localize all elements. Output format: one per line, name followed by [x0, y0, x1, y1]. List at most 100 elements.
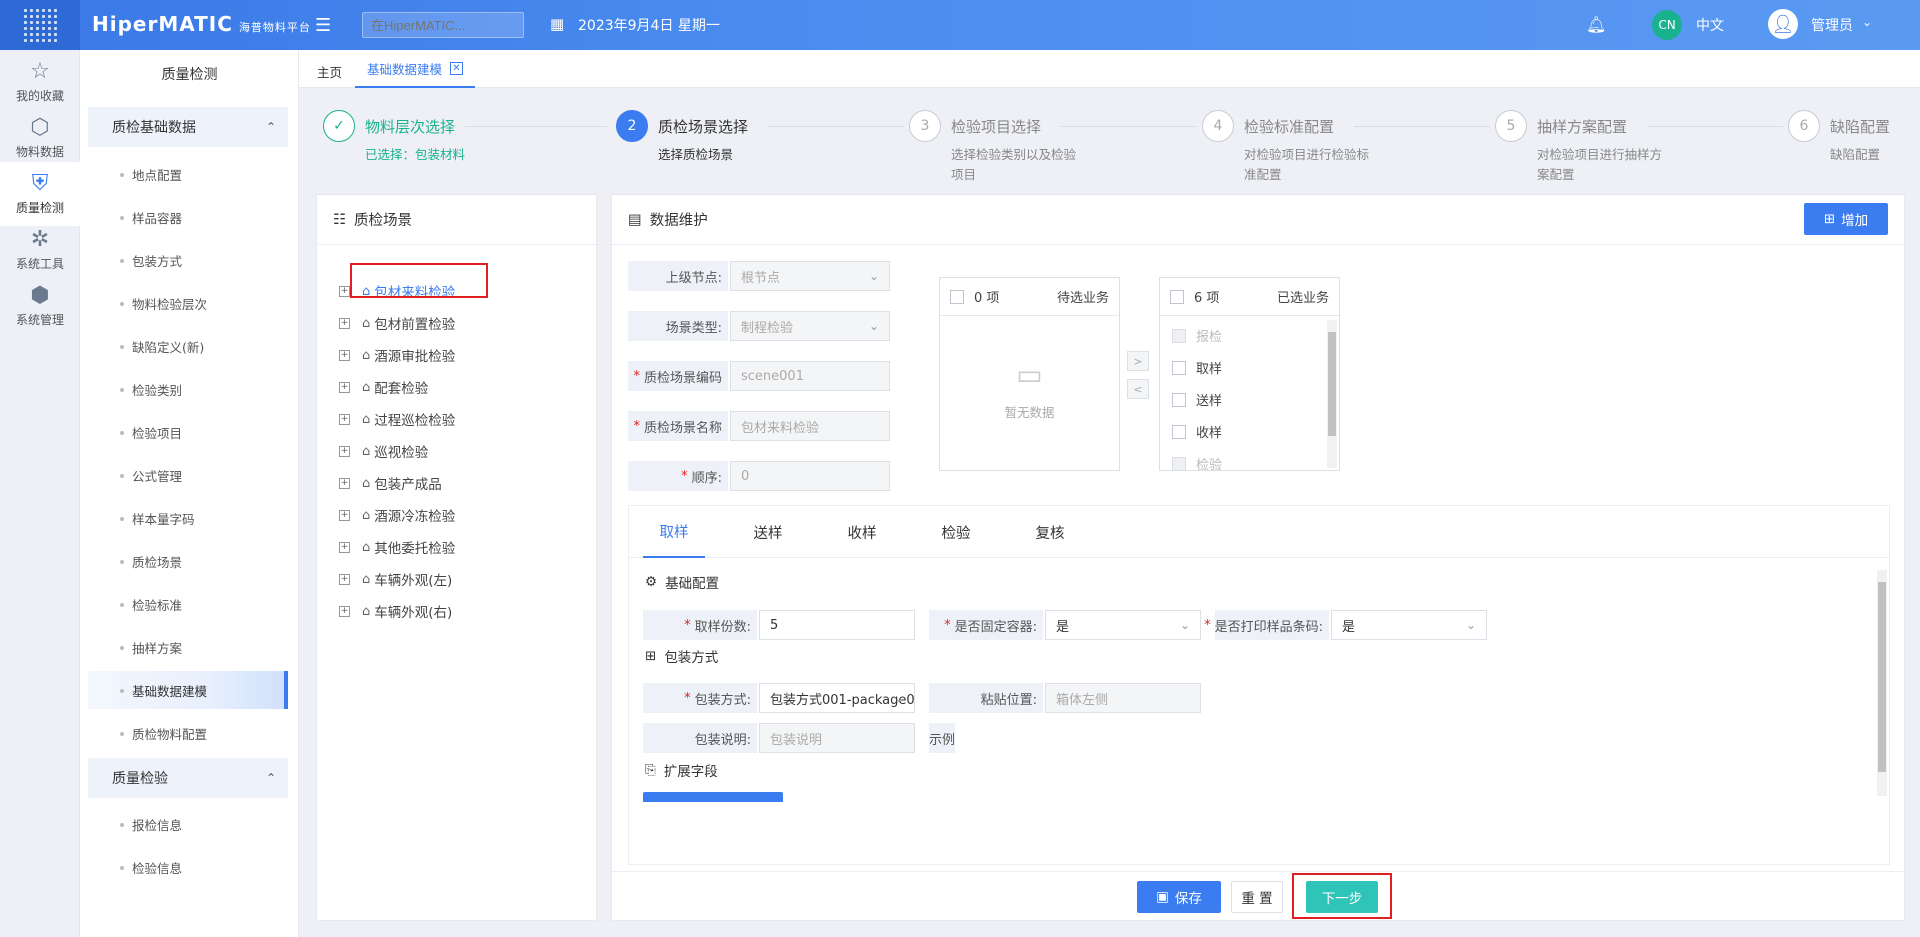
scene-code-input[interactable]: scene001	[730, 361, 890, 391]
chevron-down-icon[interactable]: ⌄	[1862, 15, 1872, 29]
order-input[interactable]: 0	[730, 461, 890, 491]
tab-receiving[interactable]: 收样	[831, 506, 893, 558]
expand-icon[interactable]: +	[339, 413, 350, 425]
tab-sending[interactable]: 送样	[737, 506, 799, 558]
step-title: 检验标准配置	[1244, 118, 1335, 136]
checkbox[interactable]	[1172, 456, 1186, 471]
sidebar-item[interactable]: 检验信息	[88, 848, 288, 886]
copies-input[interactable]: 5	[759, 610, 915, 640]
expand-icon[interactable]: +	[339, 573, 350, 585]
tab-sampling[interactable]: 取样	[643, 506, 705, 558]
expand-icon[interactable]: +	[339, 349, 350, 361]
sidebar-item[interactable]: 公式管理	[88, 456, 288, 494]
tree-node[interactable]: + ⌂ 包装产成品	[339, 471, 442, 495]
move-left-button[interactable]: <	[1127, 379, 1149, 399]
select-all-checkbox[interactable]	[950, 289, 964, 304]
tab-basic-data-modeling[interactable]: 基础数据建模 ✕	[355, 50, 475, 88]
scrollbar[interactable]	[1327, 320, 1337, 468]
rail-item-system-admin[interactable]: ⬢ 系统管理	[0, 274, 80, 338]
scene-type-select[interactable]: 制程检验 ⌄	[730, 311, 890, 341]
sidebar-item[interactable]: 检验类别	[88, 370, 288, 408]
tree-node[interactable]: + ⌂ 酒源审批检验	[339, 343, 455, 367]
tree-node[interactable]: + ⌂ 其他委托检验	[339, 535, 455, 559]
example-link[interactable]: 示例	[929, 723, 955, 753]
sidebar-group-quality-inspection[interactable]: 质量检验 ⌃	[88, 758, 288, 798]
user-name[interactable]: 管理员	[1811, 15, 1853, 35]
scrollbar[interactable]	[1877, 570, 1887, 796]
chevron-up-icon: ⌃	[265, 771, 276, 785]
expand-icon[interactable]: +	[339, 605, 350, 617]
expand-icon[interactable]: +	[339, 509, 350, 521]
tree-node[interactable]: + ⌂ 车辆外观(左)	[339, 567, 452, 591]
expand-icon[interactable]: +	[339, 445, 350, 457]
print-barcode-select[interactable]: 是 ⌄	[1331, 610, 1487, 640]
checkbox[interactable]	[1172, 424, 1186, 439]
sidebar-item[interactable]: 报检信息	[88, 805, 288, 843]
sidebar-item[interactable]: 检验标准	[88, 585, 288, 623]
parent-node-select[interactable]: 根节点 ⌄	[730, 261, 890, 291]
transfer-item[interactable]: 取样	[1172, 358, 1222, 377]
sidebar-item[interactable]: 检验项目	[88, 413, 288, 451]
sidebar-item[interactable]: 抽样方案	[88, 628, 288, 666]
transfer-item[interactable]: 报检	[1172, 326, 1222, 345]
sidebar-item[interactable]: 包装方式	[88, 241, 288, 279]
add-button[interactable]: ⊞ 增加	[1804, 203, 1888, 235]
expand-icon[interactable]: +	[339, 285, 350, 297]
sidebar-item[interactable]: 样品容器	[88, 198, 288, 236]
sidebar: 质量检测 质检基础数据 ⌃ 地点配置 样品容器 包装方式 物料检验层次 缺陷定义(…	[80, 50, 299, 937]
pack-desc-label: 包装说明:	[643, 723, 757, 753]
checkbox[interactable]	[1172, 360, 1186, 375]
rail-item-system-tools[interactable]: ✲ 系统工具	[0, 218, 80, 282]
checkbox[interactable]	[1172, 392, 1186, 407]
data-maintenance-panel: ▤ 数据维护 ⊞ 增加 上级节点: 根节点 ⌄ 场景类型: 制程检验 ⌄ * 质检场景编码…	[611, 194, 1905, 921]
expand-icon[interactable]: +	[339, 317, 350, 329]
user-avatar-icon[interactable]: 👤︎	[1768, 9, 1798, 39]
tab-home[interactable]: 主页	[317, 62, 342, 81]
tree-node[interactable]: + ⌂ 酒源冷冻检验	[339, 503, 455, 527]
partial-button[interactable]	[643, 792, 783, 802]
rail-item-favorites[interactable]: ☆ 我的收藏	[0, 50, 80, 114]
menu-toggle-icon[interactable]: ☰	[315, 15, 331, 36]
move-right-button[interactable]: >	[1127, 351, 1149, 371]
search-input[interactable]	[362, 12, 524, 38]
pack-method-select[interactable]: 包装方式001-package0... ⌄	[759, 683, 915, 713]
sidebar-item-active[interactable]: 基础数据建模	[88, 671, 288, 709]
tree-node[interactable]: + ⌂ 巡视检验	[339, 439, 428, 463]
app-grid-icon[interactable]	[0, 0, 80, 50]
sidebar-group-basic-data[interactable]: 质检基础数据 ⌃	[88, 107, 288, 147]
tag-icon: ⌂	[362, 603, 371, 619]
sidebar-item[interactable]: 地点配置	[88, 155, 288, 193]
sidebar-item[interactable]: 质检物料配置	[88, 714, 288, 752]
rail-item-quality-inspection[interactable]: ⛨ 质量检测	[0, 162, 80, 226]
sidebar-item[interactable]: 质检场景	[88, 542, 288, 580]
expand-icon[interactable]: +	[339, 541, 350, 553]
transfer-item[interactable]: 检验	[1172, 454, 1222, 473]
transfer-item[interactable]: 收样	[1172, 422, 1222, 441]
scene-name-input[interactable]: 包材来料检验	[730, 411, 890, 441]
sidebar-item[interactable]: 物料检验层次	[88, 284, 288, 322]
language-badge[interactable]: CN	[1652, 10, 1682, 40]
tab-inspection[interactable]: 检验	[925, 506, 987, 558]
step-number: 4	[1202, 110, 1234, 142]
expand-icon[interactable]: +	[339, 381, 350, 393]
select-all-checkbox[interactable]	[1170, 289, 1184, 304]
transfer-item[interactable]: 送样	[1172, 390, 1222, 409]
sidebar-item[interactable]: 样本量字码	[88, 499, 288, 537]
bell-icon[interactable]: 🔔︎	[1586, 15, 1606, 34]
tree-node[interactable]: + ⌂ 车辆外观(右)	[339, 599, 452, 623]
reset-button[interactable]: 重 置	[1231, 881, 1283, 913]
paste-position-input[interactable]: 箱体左侧	[1045, 683, 1201, 713]
expand-icon[interactable]: +	[339, 477, 350, 489]
rail-item-material-data[interactable]: ⬡ 物料数据	[0, 106, 80, 170]
tab-review[interactable]: 复核	[1019, 506, 1081, 558]
fixed-container-select[interactable]: 是 ⌄	[1045, 610, 1201, 640]
save-button[interactable]: ▣ 保存	[1137, 881, 1221, 913]
tree-node[interactable]: + ⌂ 配套检验	[339, 375, 428, 399]
tree-node[interactable]: + ⌂ 过程巡检检验	[339, 407, 455, 431]
tree-node[interactable]: + ⌂ 包材前置检验	[339, 311, 455, 335]
language-label[interactable]: 中文	[1696, 15, 1724, 35]
close-icon[interactable]: ✕	[450, 61, 463, 75]
sidebar-item[interactable]: 缺陷定义(新)	[88, 327, 288, 365]
pack-desc-input[interactable]: 包装说明	[759, 723, 915, 753]
checkbox[interactable]	[1172, 328, 1186, 343]
